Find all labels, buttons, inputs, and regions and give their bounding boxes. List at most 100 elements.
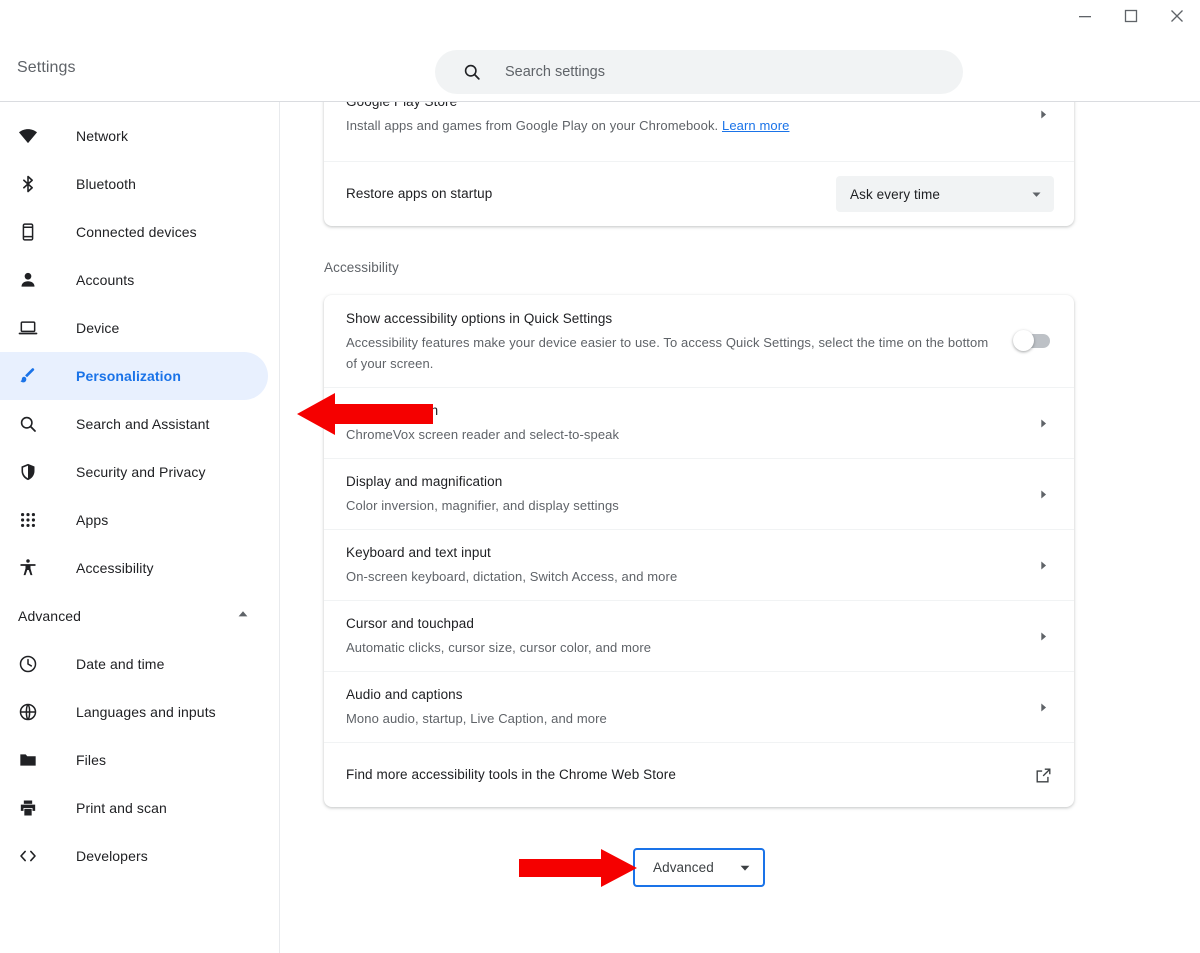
show-accessibility-options-row[interactable]: Show accessibility options in Quick Sett… (324, 295, 1074, 388)
row-text: Display and magnification Color inversio… (346, 472, 1032, 516)
sidebar-advanced-group-toggle[interactable]: Advanced (0, 592, 279, 640)
globe-icon (18, 702, 38, 722)
row-text: Text-to-Speech ChromeVox screen reader a… (346, 401, 1032, 445)
row-subtitle: On-screen keyboard, dictation, Switch Ac… (346, 569, 678, 584)
search-icon (464, 64, 480, 80)
person-icon (18, 270, 38, 290)
phone-icon (18, 222, 38, 242)
row-title: Display and magnification (346, 474, 503, 489)
sidebar-item-network[interactable]: Network (0, 112, 268, 160)
keyboard-and-text-input-row[interactable]: Keyboard and text input On-screen keyboa… (324, 530, 1074, 601)
chevron-right-icon[interactable] (1032, 418, 1054, 429)
maximize-button[interactable] (1108, 0, 1154, 32)
sidebar-item-label: Accessibility (76, 560, 154, 576)
audio-and-captions-row[interactable]: Audio and captions Mono audio, startup, … (324, 672, 1074, 743)
sidebar-item-label: Device (76, 320, 120, 336)
sidebar-item-label: Security and Privacy (76, 464, 206, 480)
sidebar-item-languages-and-inputs[interactable]: Languages and inputs (0, 688, 268, 736)
row-text: Keyboard and text input On-screen keyboa… (346, 543, 1032, 587)
printer-icon (18, 798, 38, 818)
row-subtitle: Install apps and games from Google Play … (346, 115, 1014, 136)
search-input[interactable] (505, 64, 963, 80)
chevron-right-icon[interactable] (1032, 702, 1054, 713)
text-to-speech-row[interactable]: Text-to-Speech ChromeVox screen reader a… (324, 388, 1074, 459)
sidebar-item-personalization[interactable]: Personalization (0, 352, 268, 400)
sidebar-item-label: Personalization (76, 368, 181, 384)
row-text: Google Play Store Install apps and games… (346, 102, 1032, 136)
cursor-and-touchpad-row[interactable]: Cursor and touchpad Automatic clicks, cu… (324, 601, 1074, 672)
chevron-down-icon (1031, 189, 1042, 200)
apps-card: Google Play Store Install apps and games… (324, 102, 1074, 226)
row-title: Keyboard and text input (346, 545, 491, 560)
chevron-up-icon (237, 607, 249, 625)
sidebar-item-security-and-privacy[interactable]: Security and Privacy (0, 448, 268, 496)
accessibility-section-title: Accessibility (324, 260, 399, 275)
row-subtitle: Accessibility features make your device … (346, 334, 989, 371)
sidebar-item-label: Network (76, 128, 129, 144)
restore-apps-dropdown[interactable]: Ask every time (836, 176, 1054, 212)
sidebar-item-label: Apps (76, 512, 109, 528)
row-title: Audio and captions (346, 687, 463, 702)
row-title: Text-to-Speech (346, 403, 439, 418)
sidebar-item-label: Print and scan (76, 800, 167, 816)
row-title: Show accessibility options in Quick Sett… (346, 310, 613, 326)
sidebar-item-accessibility[interactable]: Accessibility (0, 544, 268, 592)
search-icon (18, 414, 38, 434)
advanced-button-label: Advanced (653, 860, 714, 875)
chevron-right-icon[interactable] (1032, 489, 1054, 500)
chevron-right-icon[interactable] (1032, 631, 1054, 642)
brush-icon (18, 366, 38, 386)
sidebar-item-search-and-assistant[interactable]: Search and Assistant (0, 400, 268, 448)
wifi-icon (18, 126, 38, 146)
settings-header: Settings (0, 32, 1200, 102)
google-play-store-row[interactable]: Google Play Store Install apps and games… (324, 102, 1074, 162)
dropdown-value: Ask every time (850, 186, 940, 202)
accessibility-icon (18, 558, 38, 578)
accessibility-card: Show accessibility options in Quick Sett… (324, 295, 1074, 807)
sidebar-item-print-and-scan[interactable]: Print and scan (0, 784, 268, 832)
restore-apps-on-startup-row[interactable]: Restore apps on startup Ask every time (324, 162, 1074, 226)
folder-icon (18, 750, 38, 770)
settings-window: Settings Network Bluetooth (0, 0, 1200, 953)
sidebar-item-bluetooth[interactable]: Bluetooth (0, 160, 268, 208)
row-subtitle: ChromeVox screen reader and select-to-sp… (346, 427, 620, 442)
sidebar-item-label: Languages and inputs (76, 704, 216, 720)
sidebar-item-label: Developers (76, 848, 148, 864)
minimize-icon (1079, 16, 1091, 18)
chevron-right-icon[interactable] (1032, 109, 1054, 120)
row-title: Find more accessibility tools in the Chr… (346, 767, 676, 782)
sidebar-item-label: Connected devices (76, 224, 197, 240)
close-icon (1171, 10, 1183, 22)
sidebar-item-connected-devices[interactable]: Connected devices (0, 208, 268, 256)
sidebar-item-label: Date and time (76, 656, 165, 672)
learn-more-link[interactable]: Learn more (722, 118, 789, 133)
sidebar: Network Bluetooth Connected devices Acco… (0, 102, 279, 953)
sidebar-item-developers[interactable]: Developers (0, 832, 268, 880)
chevron-right-icon[interactable] (1032, 560, 1054, 571)
sidebar-item-apps[interactable]: Apps (0, 496, 268, 544)
row-subtitle: Color inversion, magnifier, and display … (346, 498, 619, 513)
quick-settings-toggle[interactable] (1013, 330, 1050, 351)
row-subtitle: Mono audio, startup, Live Caption, and m… (346, 711, 607, 726)
advanced-button[interactable]: Advanced (633, 848, 765, 887)
search-box[interactable] (435, 50, 963, 94)
chrome-web-store-row[interactable]: Find more accessibility tools in the Chr… (324, 743, 1074, 807)
sidebar-item-files[interactable]: Files (0, 736, 268, 784)
sidebar-item-accounts[interactable]: Accounts (0, 256, 268, 304)
window-titlebar (0, 0, 1200, 32)
sidebar-item-label: Bluetooth (76, 176, 137, 192)
sidebar-item-label: Search and Assistant (76, 416, 210, 432)
chevron-down-icon (739, 862, 751, 874)
minimize-button[interactable] (1062, 0, 1108, 32)
row-title: Restore apps on startup (346, 186, 493, 201)
close-button[interactable] (1154, 0, 1200, 32)
sidebar-item-device[interactable]: Device (0, 304, 268, 352)
display-and-magnification-row[interactable]: Display and magnification Color inversio… (324, 459, 1074, 530)
row-title: Google Play Store (346, 102, 1014, 112)
row-text: Find more accessibility tools in the Chr… (346, 765, 1032, 785)
external-link-icon[interactable] (1032, 767, 1054, 784)
page-title: Settings (17, 59, 76, 76)
sidebar-item-date-and-time[interactable]: Date and time (0, 640, 268, 688)
row-text: Cursor and touchpad Automatic clicks, cu… (346, 614, 1032, 658)
row-title: Cursor and touchpad (346, 616, 474, 631)
